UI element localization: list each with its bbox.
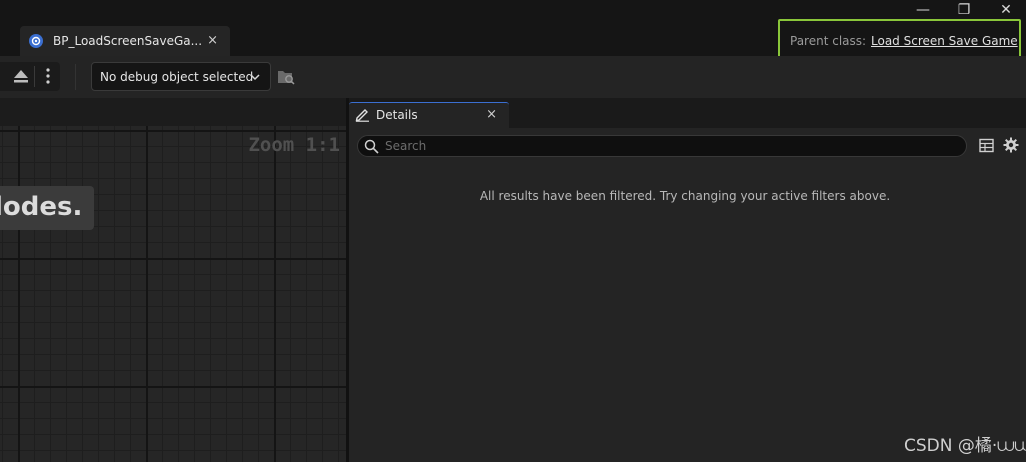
empty-results-message: All results have been filtered. Try chan…: [479, 189, 891, 203]
graph-editor-panel[interactable]: Zoom 1:1 lodes.: [0, 98, 346, 462]
tab-close-icon[interactable]: ×: [207, 33, 218, 48]
parent-class-link[interactable]: Load Screen Save Game: [871, 34, 1018, 48]
blueprint-icon: [29, 34, 43, 48]
browse-folder-icon[interactable]: [277, 68, 295, 85]
graph-header-bar: [0, 98, 346, 126]
title-bar: BP_LoadScreenSaveGa... × — ❐ ✕ Parent cl…: [0, 0, 1026, 70]
search-icon: [364, 139, 379, 154]
details-tab-bar: Details ×: [349, 98, 1026, 128]
more-options-icon[interactable]: [45, 67, 51, 85]
zoom-level: Zoom 1:1: [248, 134, 340, 156]
restore-button[interactable]: ❐: [953, 2, 975, 20]
graph-canvas[interactable]: [0, 126, 346, 462]
parent-class-label: Parent class:: [790, 34, 867, 48]
debug-object-label: No debug object selected: [100, 69, 254, 84]
toolbar-separator: [75, 64, 76, 90]
gear-icon[interactable]: [1003, 137, 1019, 153]
eject-icon[interactable]: [13, 68, 29, 84]
watermark: CSDN @橘·⩊⩊: [904, 436, 1026, 456]
details-search: [357, 135, 967, 157]
details-close-icon[interactable]: ×: [486, 107, 497, 122]
toolbar: No debug object selected: [0, 56, 1026, 98]
search-input[interactable]: [385, 137, 955, 155]
graph-overlay-text: lodes.: [0, 186, 95, 230]
table-view-icon[interactable]: [979, 138, 994, 153]
asset-tab[interactable]: BP_LoadScreenSaveGa... ×: [20, 26, 230, 56]
minimize-button[interactable]: —: [912, 2, 934, 20]
details-panel: Details × All results have been filtered…: [349, 98, 1026, 462]
close-window-button[interactable]: ✕: [995, 2, 1017, 20]
tab-details[interactable]: Details ×: [349, 102, 509, 128]
pencil-icon: [355, 109, 369, 122]
debug-object-dropdown[interactable]: No debug object selected: [91, 62, 271, 91]
chevron-down-icon: [250, 74, 260, 81]
details-tab-title: Details: [376, 108, 418, 122]
toolbar-divider: [34, 66, 35, 87]
tab-title: BP_LoadScreenSaveGa...: [53, 34, 203, 48]
toolbar-button-group: [0, 62, 60, 91]
